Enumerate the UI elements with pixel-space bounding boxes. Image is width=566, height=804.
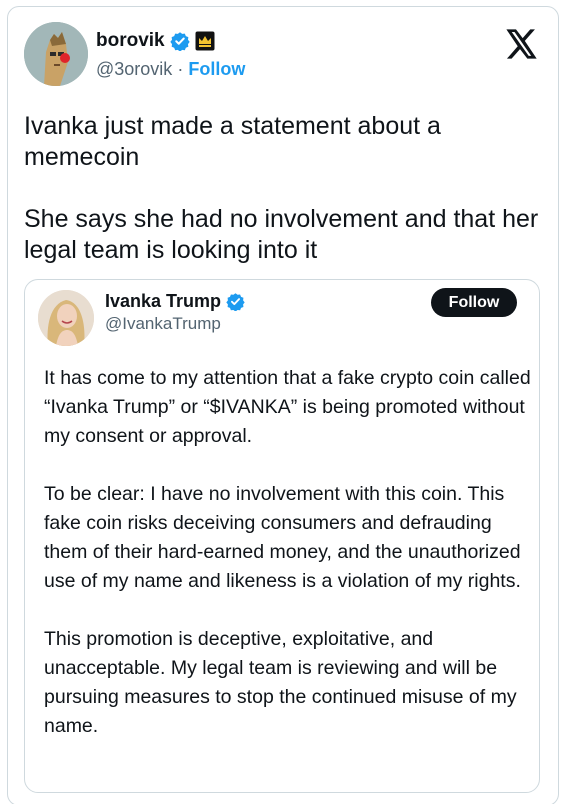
quoted-follow-button[interactable]: Follow bbox=[431, 288, 517, 317]
quoted-name-row: Ivanka Trump bbox=[105, 291, 245, 312]
crown-badge-icon[interactable] bbox=[195, 31, 215, 51]
author-name[interactable]: borovik bbox=[96, 30, 165, 52]
follow-link[interactable]: Follow bbox=[188, 59, 245, 79]
author-name-row: borovik bbox=[96, 30, 215, 52]
profile-photo-icon bbox=[38, 290, 94, 346]
verified-badge-icon bbox=[226, 293, 245, 311]
quoted-name[interactable]: Ivanka Trump bbox=[105, 291, 221, 312]
tweet-card: borovik @3orovik · Follow Ivanka just ma… bbox=[7, 6, 559, 804]
verified-badge-icon bbox=[169, 32, 190, 51]
pixel-punk-avatar-icon bbox=[24, 22, 88, 86]
author-avatar[interactable] bbox=[24, 22, 88, 86]
quoted-body: It has come to my attention that a fake … bbox=[44, 364, 534, 770]
author-handle[interactable]: @3orovik bbox=[96, 59, 172, 79]
separator-dot: · bbox=[177, 59, 184, 79]
quoted-handle[interactable]: @IvankaTrump bbox=[105, 314, 221, 334]
quoted-paragraph: This promotion is deceptive, exploitativ… bbox=[44, 628, 517, 737]
x-logo-icon[interactable] bbox=[506, 29, 538, 59]
quoted-paragraph: It has come to my attention that a fake … bbox=[44, 367, 531, 447]
author-handle-row: @3orovik · Follow bbox=[96, 59, 245, 80]
quoted-paragraph: To be clear: I have no involvement with … bbox=[44, 483, 521, 592]
quoted-tweet[interactable]: Ivanka Trump @IvankaTrump Follow It has … bbox=[24, 279, 540, 793]
quoted-avatar[interactable] bbox=[38, 290, 94, 346]
tweet-text: Ivanka just made a statement about a mem… bbox=[24, 112, 539, 264]
